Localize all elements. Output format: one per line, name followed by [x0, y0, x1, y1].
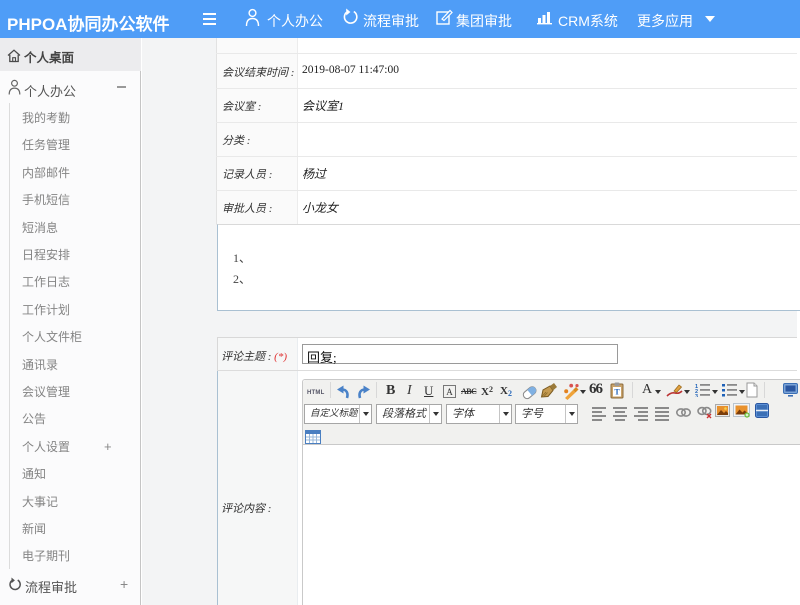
svg-text:3: 3 — [695, 394, 698, 397]
svg-text:T: T — [614, 388, 620, 397]
